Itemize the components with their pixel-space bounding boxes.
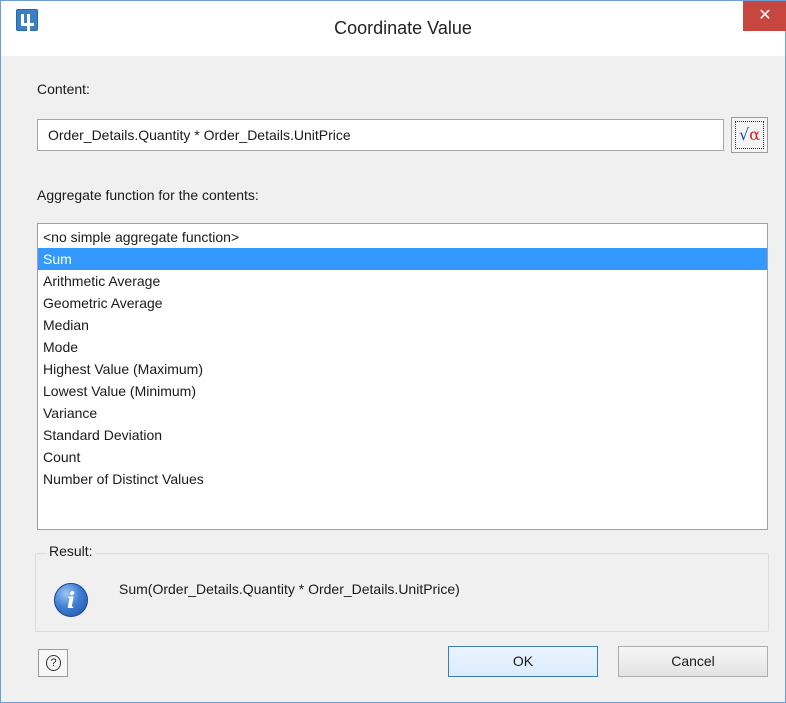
aggregate-label: Aggregate function for the contents: (37, 187, 259, 203)
title-bar: Coordinate Value ✕ (1, 1, 786, 56)
list-item[interactable]: Variance (38, 402, 767, 424)
formula-button[interactable]: √α (731, 117, 768, 153)
help-button[interactable]: ? (38, 649, 68, 677)
list-item[interactable]: Highest Value (Maximum) (38, 358, 767, 380)
list-item[interactable]: Arithmetic Average (38, 270, 767, 292)
content-label: Content: (37, 81, 90, 97)
list-item[interactable]: <no simple aggregate function> (38, 226, 767, 248)
aggregate-function-list[interactable]: <no simple aggregate function> Sum Arithme… (37, 223, 768, 530)
list-item[interactable]: Lowest Value (Minimum) (38, 380, 767, 402)
info-icon: i (54, 583, 88, 617)
result-text: Sum(Order_Details.Quantity * Order_Detai… (119, 581, 460, 597)
list-item[interactable]: Mode (38, 336, 767, 358)
list-item[interactable]: Count (38, 446, 767, 468)
close-icon: ✕ (758, 7, 772, 24)
list-item[interactable]: Geometric Average (38, 292, 767, 314)
cancel-button[interactable]: Cancel (618, 646, 768, 677)
ok-button[interactable]: OK (448, 646, 598, 677)
help-icon: ? (46, 655, 61, 671)
list-item[interactable]: Number of Distinct Values (38, 468, 767, 490)
result-label: Result: (47, 543, 95, 559)
window-title: Coordinate Value (334, 18, 472, 38)
content-input[interactable]: Order_Details.Quantity * Order_Details.U… (37, 119, 724, 151)
list-item[interactable]: Standard Deviation (38, 424, 767, 446)
close-button[interactable]: ✕ (743, 1, 786, 31)
formula-editor-icon: √α (735, 121, 764, 149)
list-item[interactable]: Median (38, 314, 767, 336)
list-item[interactable]: Sum (38, 248, 767, 270)
coordinate-value-dialog: Coordinate Value ✕ Content: Order_Detail… (0, 0, 786, 703)
